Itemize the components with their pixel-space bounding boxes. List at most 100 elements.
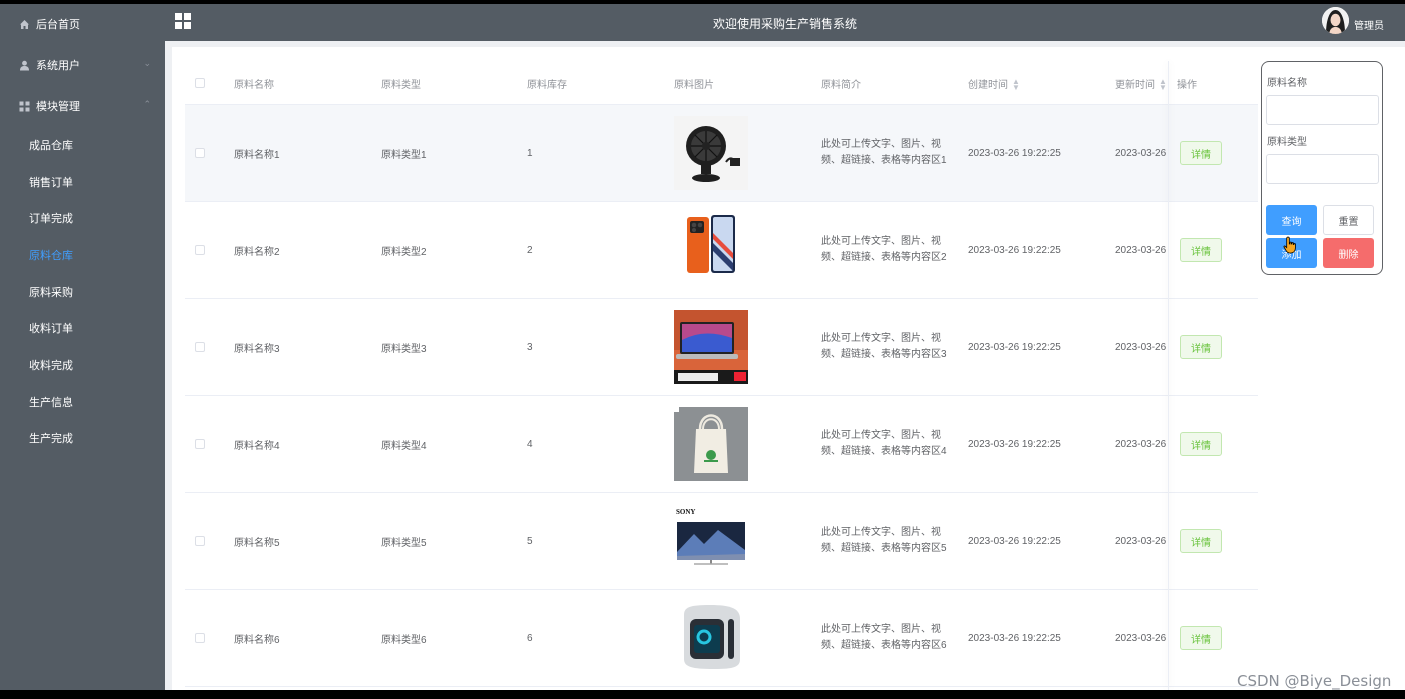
sidebar-item-home[interactable]: 后台首页 [0, 5, 165, 43]
sort-icon[interactable]: ▲ ▼ [1012, 78, 1020, 92]
main-content: 原料名称 原料类型 原料库存 原料图片 原料简介 创建时间 ▲ ▼ 更新时间 ▲ ▼ 操… [165, 41, 1405, 690]
avatar[interactable] [1322, 7, 1349, 34]
cell-created: 2023-03-26 19:22:25 [968, 147, 1061, 159]
sidebar-subitem-orders-completed[interactable]: 订单完成 [0, 200, 165, 236]
content-background [165, 41, 1405, 47]
cell-created: 2023-03-26 19:22:25 [968, 535, 1061, 547]
cell-updated: 2023-03-26 [1115, 147, 1167, 159]
cell-description: 此处可上传文字、图片、视频、超链接、表格等内容区2 [821, 202, 956, 298]
select-all-checkbox[interactable] [195, 78, 205, 88]
sidebar-subitem-production-completed[interactable]: 生产完成 [0, 420, 165, 456]
user-name[interactable]: 管理员 [1354, 17, 1384, 32]
sidebar-subitem-material-warehouse[interactable]: 原料仓库 [0, 237, 165, 273]
sidebar-subitem-label: 销售订单 [29, 177, 73, 189]
detail-button[interactable]: 详情 [1180, 335, 1222, 359]
table-row[interactable]: 原料名称2 原料类型2 2 此处可上传文字、图片、视频、超链接、表格等内容区2 2023… [185, 202, 1258, 299]
hand-cursor-icon [1283, 236, 1299, 257]
column-header-label: 创建时间 [968, 80, 1008, 91]
type-filter-label: 原料类型 [1267, 137, 1307, 148]
table-row[interactable]: 原料名称3 原料类型3 3 此处可上传文字、图片、视频、超链接、表格等内容区3 2023… [185, 299, 1258, 396]
sidebar-subitem-receiving-orders[interactable]: 收料订单 [0, 310, 165, 346]
cell-updated: 2023-03-26 [1115, 244, 1167, 256]
row-checkbox[interactable] [195, 439, 205, 449]
cell-type: 原料类型5 [381, 537, 427, 549]
sidebar-item-label: 系统用户 [36, 60, 80, 72]
detail-button[interactable]: 详情 [1180, 432, 1222, 456]
column-header-updated[interactable]: 更新时间 ▲ ▼ [1115, 76, 1167, 92]
product-image [674, 116, 748, 190]
description-text: 此处可上传文字、图片、视频、超链接、表格等内容区6 [821, 624, 947, 651]
detail-button[interactable]: 详情 [1180, 529, 1222, 553]
table-row[interactable]: 原料名称6 原料类型6 6 此处可上传文字、图片、视频、超链接、表格等内容区6 2023… [185, 590, 1258, 687]
sidebar-subitem-label: 原料仓库 [29, 250, 73, 262]
description-text: 此处可上传文字、图片、视频、超链接、表格等内容区4 [821, 430, 947, 457]
name-filter-input[interactable] [1266, 95, 1379, 125]
detail-button[interactable]: 详情 [1180, 141, 1222, 165]
column-header-image: 原料图片 [674, 80, 714, 91]
cell-type: 原料类型1 [381, 149, 427, 161]
table-header: 原料名称 原料类型 原料库存 原料图片 原料简介 创建时间 ▲ ▼ 更新时间 ▲ ▼ 操… [185, 61, 1258, 105]
sidebar-subitem-material-purchase[interactable]: 原料采购 [0, 274, 165, 310]
product-image: SONY [674, 504, 748, 578]
row-checkbox[interactable] [195, 148, 205, 158]
cell-name: 原料名称5 [234, 537, 280, 549]
sidebar-subitem-label: 成品仓库 [29, 140, 73, 152]
row-checkbox[interactable] [195, 245, 205, 255]
product-image [674, 213, 748, 287]
sort-icon[interactable]: ▲ ▼ [1159, 78, 1167, 92]
cell-created: 2023-03-26 19:22:25 [968, 438, 1061, 450]
cell-description: 此处可上传文字、图片、视频、超链接、表格等内容区3 [821, 299, 956, 395]
window-bottom-border [0, 690, 1405, 699]
sidebar-subitem-receiving-completed[interactable]: 收料完成 [0, 347, 165, 383]
query-button[interactable]: 查询 [1266, 205, 1317, 235]
cell-stock: 5 [527, 535, 533, 547]
cell-updated: 2023-03-26 [1115, 632, 1167, 644]
watermark: CSDN @Biye_Design [1237, 672, 1392, 690]
type-filter-input[interactable] [1266, 154, 1379, 184]
name-filter-label: 原料名称 [1267, 78, 1307, 89]
chevron-up-icon: ⌃ [143, 99, 151, 109]
row-checkbox[interactable] [195, 342, 205, 352]
delete-button[interactable]: 删除 [1323, 238, 1374, 268]
reset-button[interactable]: 重置 [1323, 205, 1374, 235]
sidebar-item-module-management[interactable]: 模块管理 ⌃ [0, 87, 165, 125]
sidebar-subitem-finished-warehouse[interactable]: 成品仓库 [0, 127, 165, 163]
cell-name: 原料名称4 [234, 440, 280, 452]
product-image [674, 601, 748, 675]
detail-button[interactable]: 详情 [1180, 238, 1222, 262]
description-text: 此处可上传文字、图片、视频、超链接、表格等内容区3 [821, 333, 947, 360]
table-row[interactable]: 原料名称5 原料类型5 5 SONY 此处可上传文字、图片、视频、超链接、表格等内容区5… [185, 493, 1258, 590]
row-checkbox[interactable] [195, 633, 205, 643]
cell-name: 原料名称6 [234, 634, 280, 646]
grid-icon [18, 100, 30, 112]
sidebar-subitem-sales-orders[interactable]: 销售订单 [0, 164, 165, 200]
cell-description: 此处可上传文字、图片、视频、超链接、表格等内容区1 [821, 105, 956, 201]
content-background [165, 41, 172, 690]
sidebar-subitem-label: 收料订单 [29, 323, 73, 335]
sidebar-subitem-production-info[interactable]: 生产信息 [0, 384, 165, 420]
cell-name: 原料名称3 [234, 343, 280, 355]
column-header-created[interactable]: 创建时间 ▲ ▼ [968, 76, 1020, 92]
table-row[interactable]: 原料名称4 原料类型4 4 此处可上传文字、图片、视频、超链接、表格等内容区4 2023… [185, 396, 1258, 493]
cell-description: 此处可上传文字、图片、视频、超链接、表格等内容区5 [821, 493, 956, 589]
cell-created: 2023-03-26 19:22:25 [968, 632, 1061, 644]
detail-button[interactable]: 详情 [1180, 626, 1222, 650]
row-checkbox[interactable] [195, 536, 205, 546]
cell-stock: 3 [527, 341, 533, 353]
cell-stock: 1 [527, 147, 533, 159]
cell-description: 此处可上传文字、图片、视频、超链接、表格等内容区6 [821, 590, 956, 686]
tv-brand-text: SONY [676, 508, 695, 516]
product-image [674, 310, 748, 384]
description-text: 此处可上传文字、图片、视频、超链接、表格等内容区2 [821, 236, 947, 263]
sidebar-item-label: 后台首页 [36, 19, 80, 31]
table-row[interactable]: 原料名称1 原料类型1 1 此处可上传文字、图片、视频、超链接、表格等内容区1 2023… [185, 105, 1258, 202]
cell-updated: 2023-03-26 [1115, 341, 1167, 353]
column-header-actions: 操作 [1177, 76, 1227, 91]
product-image [674, 407, 748, 481]
sidebar-subitem-label: 订单完成 [29, 213, 73, 225]
sidebar-subitem-label: 生产信息 [29, 397, 73, 409]
user-icon [18, 59, 30, 71]
cell-name: 原料名称2 [234, 246, 280, 258]
sidebar-item-system-users[interactable]: 系统用户 ⌄ [0, 46, 165, 84]
cell-description: 此处可上传文字、图片、视频、超链接、表格等内容区4 [821, 396, 956, 492]
